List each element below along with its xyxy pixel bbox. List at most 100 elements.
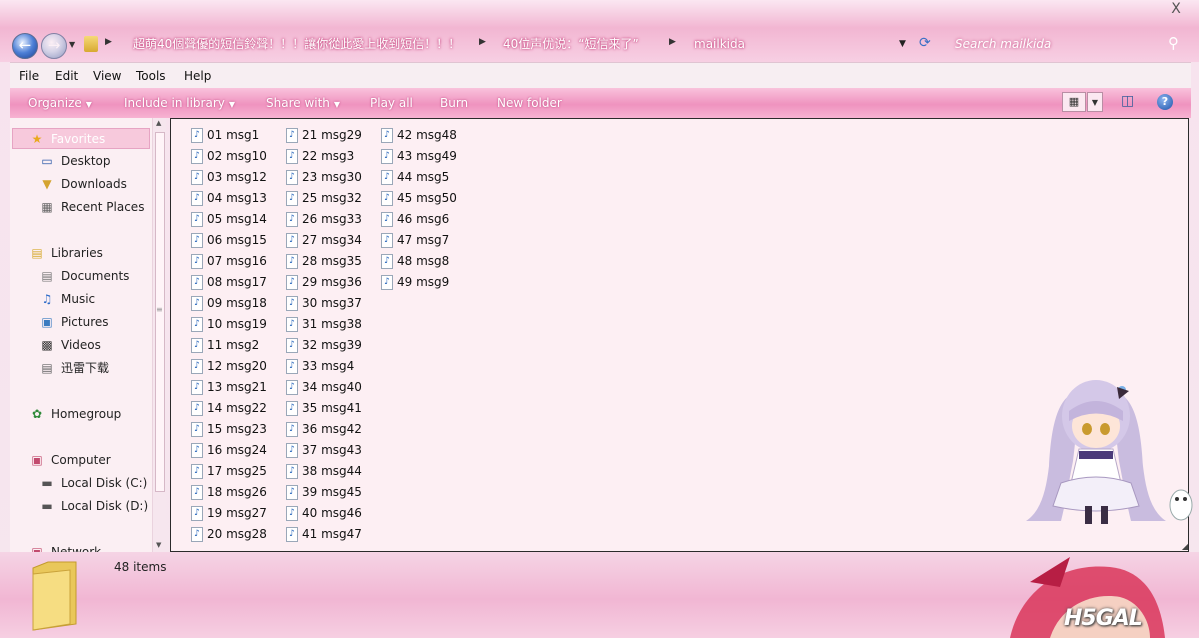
menu-file[interactable]: File: [19, 69, 39, 83]
file-item[interactable]: ♪ 07 msg16: [189, 251, 267, 272]
file-item[interactable]: ♪ 01 msg1: [189, 125, 267, 146]
file-item[interactable]: ♪ 11 msg2: [189, 335, 267, 356]
file-item[interactable]: ♪ 35 msg41: [284, 398, 362, 419]
nav-videos[interactable]: ▩ Videos: [10, 335, 150, 356]
nav-xunlei[interactable]: ▤ 迅雷下载: [10, 358, 150, 379]
file-item[interactable]: ♪ 36 msg42: [284, 419, 362, 440]
search-icon[interactable]: ⚲: [1168, 34, 1179, 52]
file-item[interactable]: ♪ 18 msg26: [189, 482, 267, 503]
nav-local-disk-d[interactable]: ▬ Local Disk (D:): [10, 496, 150, 517]
include-in-library-button[interactable]: Include in library ▼: [124, 96, 235, 110]
file-item[interactable]: ♪ 21 msg29: [284, 125, 362, 146]
file-item[interactable]: ♪ 26 msg33: [284, 209, 362, 230]
file-item[interactable]: ♪ 03 msg12: [189, 167, 267, 188]
nav-downloads[interactable]: ▼ Downloads: [10, 174, 150, 195]
file-item[interactable]: ♪ 28 msg35: [284, 251, 362, 272]
close-button[interactable]: X: [1169, 2, 1183, 16]
file-item[interactable]: ♪ 39 msg45: [284, 482, 362, 503]
file-item[interactable]: ♪ 16 msg24: [189, 440, 267, 461]
file-item[interactable]: ♪ 49 msg9: [379, 272, 457, 293]
nav-network[interactable]: ▣ Network: [10, 542, 150, 552]
forward-button[interactable]: →: [41, 33, 67, 59]
file-item[interactable]: ♪ 34 msg40: [284, 377, 362, 398]
nav-videos-label: Videos: [61, 338, 101, 352]
scroll-up-icon[interactable]: ▲: [156, 119, 161, 127]
file-item[interactable]: ♪ 19 msg27: [189, 503, 267, 524]
breadcrumb-item-1[interactable]: 超萌40個聲優的短信鈴聲！！！讓你從此愛上收到短信！！！: [133, 35, 460, 53]
file-item[interactable]: ♪ 40 msg46: [284, 503, 362, 524]
file-item[interactable]: ♪ 48 msg8: [379, 251, 457, 272]
menu-edit[interactable]: Edit: [55, 69, 78, 83]
menu-view[interactable]: View: [93, 69, 121, 83]
nav-documents[interactable]: ▤ Documents: [10, 266, 150, 287]
refresh-icon[interactable]: ⟳: [919, 35, 931, 51]
file-item[interactable]: ♪ 23 msg30: [284, 167, 362, 188]
file-item[interactable]: ♪ 20 msg28: [189, 524, 267, 545]
file-item[interactable]: ♪ 02 msg10: [189, 146, 267, 167]
scroll-down-icon[interactable]: ▼: [156, 541, 161, 549]
file-item[interactable]: ♪ 15 msg23: [189, 419, 267, 440]
file-item[interactable]: ♪ 37 msg43: [284, 440, 362, 461]
file-item[interactable]: ♪ 06 msg15: [189, 230, 267, 251]
file-item[interactable]: ♪ 30 msg37: [284, 293, 362, 314]
menu-help[interactable]: Help: [184, 69, 211, 83]
file-item[interactable]: ♪ 13 msg21: [189, 377, 267, 398]
play-all-button[interactable]: Play all: [370, 96, 413, 110]
organize-button[interactable]: Organize ▼: [28, 96, 92, 110]
file-item[interactable]: ♪ 44 msg5: [379, 167, 457, 188]
nav-libraries[interactable]: ▤ Libraries: [10, 243, 150, 264]
file-item[interactable]: ♪ 47 msg7: [379, 230, 457, 251]
file-item[interactable]: ♪ 05 msg14: [189, 209, 267, 230]
search-input[interactable]: Search mailkida: [945, 34, 1085, 54]
chevron-right-icon[interactable]: ▶: [105, 37, 112, 47]
chevron-right-icon[interactable]: ▶: [479, 37, 486, 47]
file-item[interactable]: ♪ 12 msg20: [189, 356, 267, 377]
breadcrumb-item-2[interactable]: 40位声优说：“短信来了”: [503, 35, 639, 53]
file-item[interactable]: ♪ 32 msg39: [284, 335, 362, 356]
audio-file-icon: ♪: [381, 254, 393, 269]
file-name: 46 msg6: [397, 212, 450, 226]
audio-file-icon: ♪: [286, 422, 298, 437]
file-item[interactable]: ♪ 38 msg44: [284, 461, 362, 482]
file-item[interactable]: ♪ 04 msg13: [189, 188, 267, 209]
file-item[interactable]: ♪ 14 msg22: [189, 398, 267, 419]
file-item[interactable]: ♪ 42 msg48: [379, 125, 457, 146]
view-options-dropdown[interactable]: ▼: [1087, 92, 1103, 112]
nav-recent-places[interactable]: ▦ Recent Places: [10, 197, 150, 218]
nav-scrollbar[interactable]: ▲ ≡ ▼: [152, 118, 166, 552]
preview-pane-button[interactable]: ◫: [1121, 93, 1134, 109]
nav-homegroup[interactable]: ✿ Homegroup: [10, 404, 150, 425]
nav-computer[interactable]: ▣ Computer: [10, 450, 150, 471]
help-button[interactable]: ?: [1157, 94, 1173, 110]
file-item[interactable]: ♪ 43 msg49: [379, 146, 457, 167]
breadcrumb-item-3[interactable]: mailkida: [694, 35, 745, 53]
file-item[interactable]: ♪ 29 msg36: [284, 272, 362, 293]
share-with-button[interactable]: Share with ▼: [266, 96, 340, 110]
file-item[interactable]: ♪ 46 msg6: [379, 209, 457, 230]
file-item[interactable]: ♪ 22 msg3: [284, 146, 362, 167]
file-item[interactable]: ♪ 09 msg18: [189, 293, 267, 314]
file-item[interactable]: ♪ 25 msg32: [284, 188, 362, 209]
nav-desktop[interactable]: ▭ Desktop: [10, 151, 150, 172]
file-item[interactable]: ♪ 27 msg34: [284, 230, 362, 251]
file-item[interactable]: ♪ 45 msg50: [379, 188, 457, 209]
nav-favorites[interactable]: ★ Favorites: [12, 128, 150, 149]
burn-button[interactable]: Burn: [440, 96, 468, 110]
change-view-button[interactable]: ▦: [1062, 92, 1086, 112]
address-dropdown[interactable]: ▼: [899, 39, 906, 49]
file-item[interactable]: ♪ 33 msg4: [284, 356, 362, 377]
back-button[interactable]: ←: [12, 33, 38, 59]
recent-pages-dropdown[interactable]: ▼: [69, 40, 75, 49]
file-item[interactable]: ♪ 08 msg17: [189, 272, 267, 293]
file-item[interactable]: ♪ 41 msg47: [284, 524, 362, 545]
resize-grip-icon[interactable]: ◢: [1182, 542, 1188, 551]
file-item[interactable]: ♪ 10 msg19: [189, 314, 267, 335]
file-item[interactable]: ♪ 17 msg25: [189, 461, 267, 482]
nav-local-disk-c[interactable]: ▬ Local Disk (C:): [10, 473, 150, 494]
new-folder-button[interactable]: New folder: [497, 96, 562, 110]
menu-tools[interactable]: Tools: [136, 69, 166, 83]
file-item[interactable]: ♪ 31 msg38: [284, 314, 362, 335]
nav-music[interactable]: ♫ Music: [10, 289, 150, 310]
chevron-right-icon[interactable]: ▶: [669, 37, 676, 47]
nav-pictures[interactable]: ▣ Pictures: [10, 312, 150, 333]
